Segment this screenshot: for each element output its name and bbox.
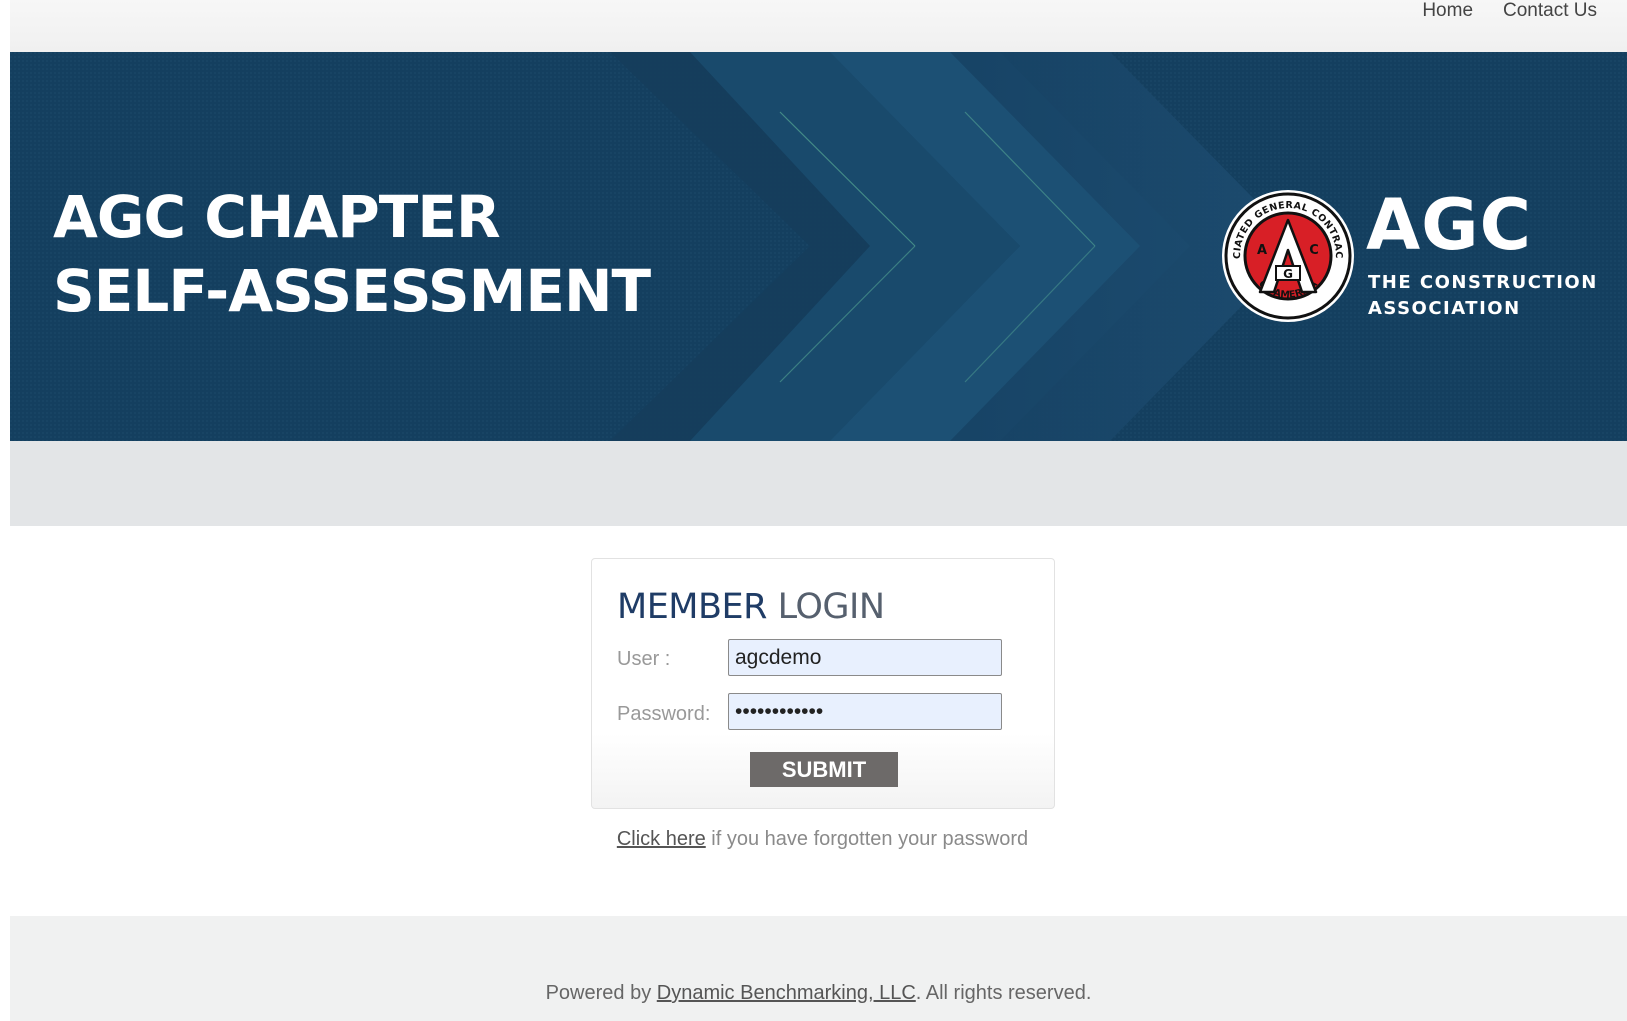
forgot-password-text: Click here if you have forgotten your pa… [0,828,1627,851]
user-input[interactable] [728,639,1002,676]
user-label: User : [617,648,671,670]
password-label: Password: [617,703,711,725]
footer-prefix: Powered by [545,982,657,1004]
agc-logo-tagline-line2: ASSOCIATION [1368,298,1521,319]
password-input[interactable] [728,693,1002,730]
login-title-login: LOGIN [777,587,885,627]
agc-logo-tagline-line1: THE CONSTRUCTION [1368,272,1598,293]
member-login-form: MEMBER LOGIN User : Password: SUBMIT [591,558,1055,809]
top-bar: Home Contact Us [10,0,1627,52]
banner-title-line2: SELF-ASSESSMENT [53,257,651,325]
footer-copyright: Powered by Dynamic Benchmarking, LLC. Al… [10,982,1627,1005]
submit-button[interactable]: SUBMIT [750,752,898,787]
login-title: MEMBER LOGIN [617,587,885,627]
agc-logo-wordmark: AGC [1366,184,1533,266]
svg-text:G: G [1283,267,1293,281]
login-title-member: MEMBER [617,587,767,627]
svg-text:A: A [1257,243,1267,258]
nav-contact-link[interactable]: Contact Us [1503,0,1597,22]
agc-logo-tagline: THE CONSTRUCTION ASSOCIATION [1368,270,1598,322]
top-nav: Home Contact Us [1422,0,1597,22]
footer-company-link[interactable]: Dynamic Benchmarking, LLC [657,982,916,1004]
banner-title: AGC CHAPTER SELF-ASSESSMENT [53,180,651,328]
forgot-password-link[interactable]: Click here [617,828,706,850]
grey-band [10,441,1627,526]
forgot-password-rest: if you have forgotten your password [705,828,1029,850]
nav-home-link[interactable]: Home [1422,0,1473,22]
agc-seal-logo: ASSOCIATED GENERAL CONTRACTORS OF AMERIC… [1220,188,1354,322]
banner-title-line1: AGC CHAPTER [53,183,501,251]
footer: Powered by Dynamic Benchmarking, LLC. Al… [10,916,1627,1021]
footer-suffix: . All rights reserved. [915,982,1092,1004]
hero-banner: AGC CHAPTER SELF-ASSESSMENT ASSOCIATED G… [10,52,1627,441]
svg-text:C: C [1309,243,1319,258]
